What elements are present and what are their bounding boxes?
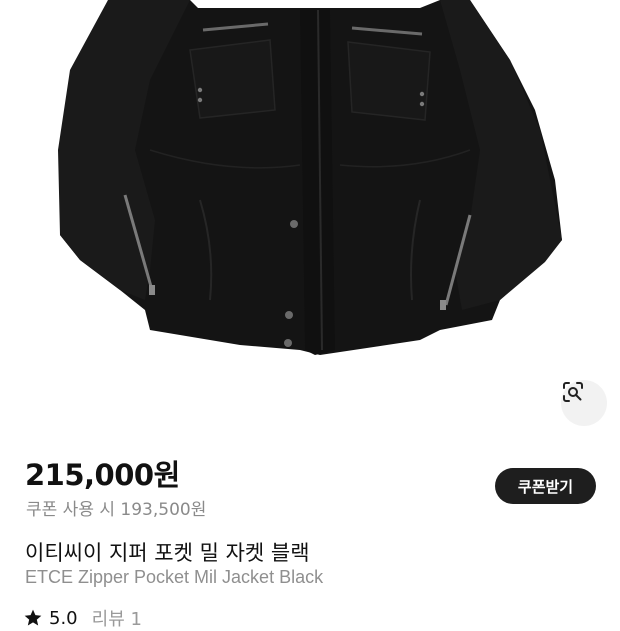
lens-search-icon [563,382,583,402]
product-image[interactable] [0,0,620,440]
product-price: 215,000원 [25,458,180,492]
coupon-price: 쿠폰 사용 시 193,500원 [26,500,207,520]
review-count[interactable]: 리뷰 1 [92,605,142,631]
star-icon [24,609,42,626]
product-name-korean: 이티씨이 지퍼 포켓 밀 자켓 블랙 [25,541,310,565]
get-coupon-button[interactable]: 쿠폰받기 [495,468,596,504]
rating-value: 5.0 [49,607,78,629]
image-search-button[interactable] [561,380,607,426]
jacket-image [58,0,562,355]
rating-row[interactable]: 5.0 리뷰 1 [23,606,142,630]
product-name-english: ETCE Zipper Pocket Mil Jacket Black [25,567,324,587]
